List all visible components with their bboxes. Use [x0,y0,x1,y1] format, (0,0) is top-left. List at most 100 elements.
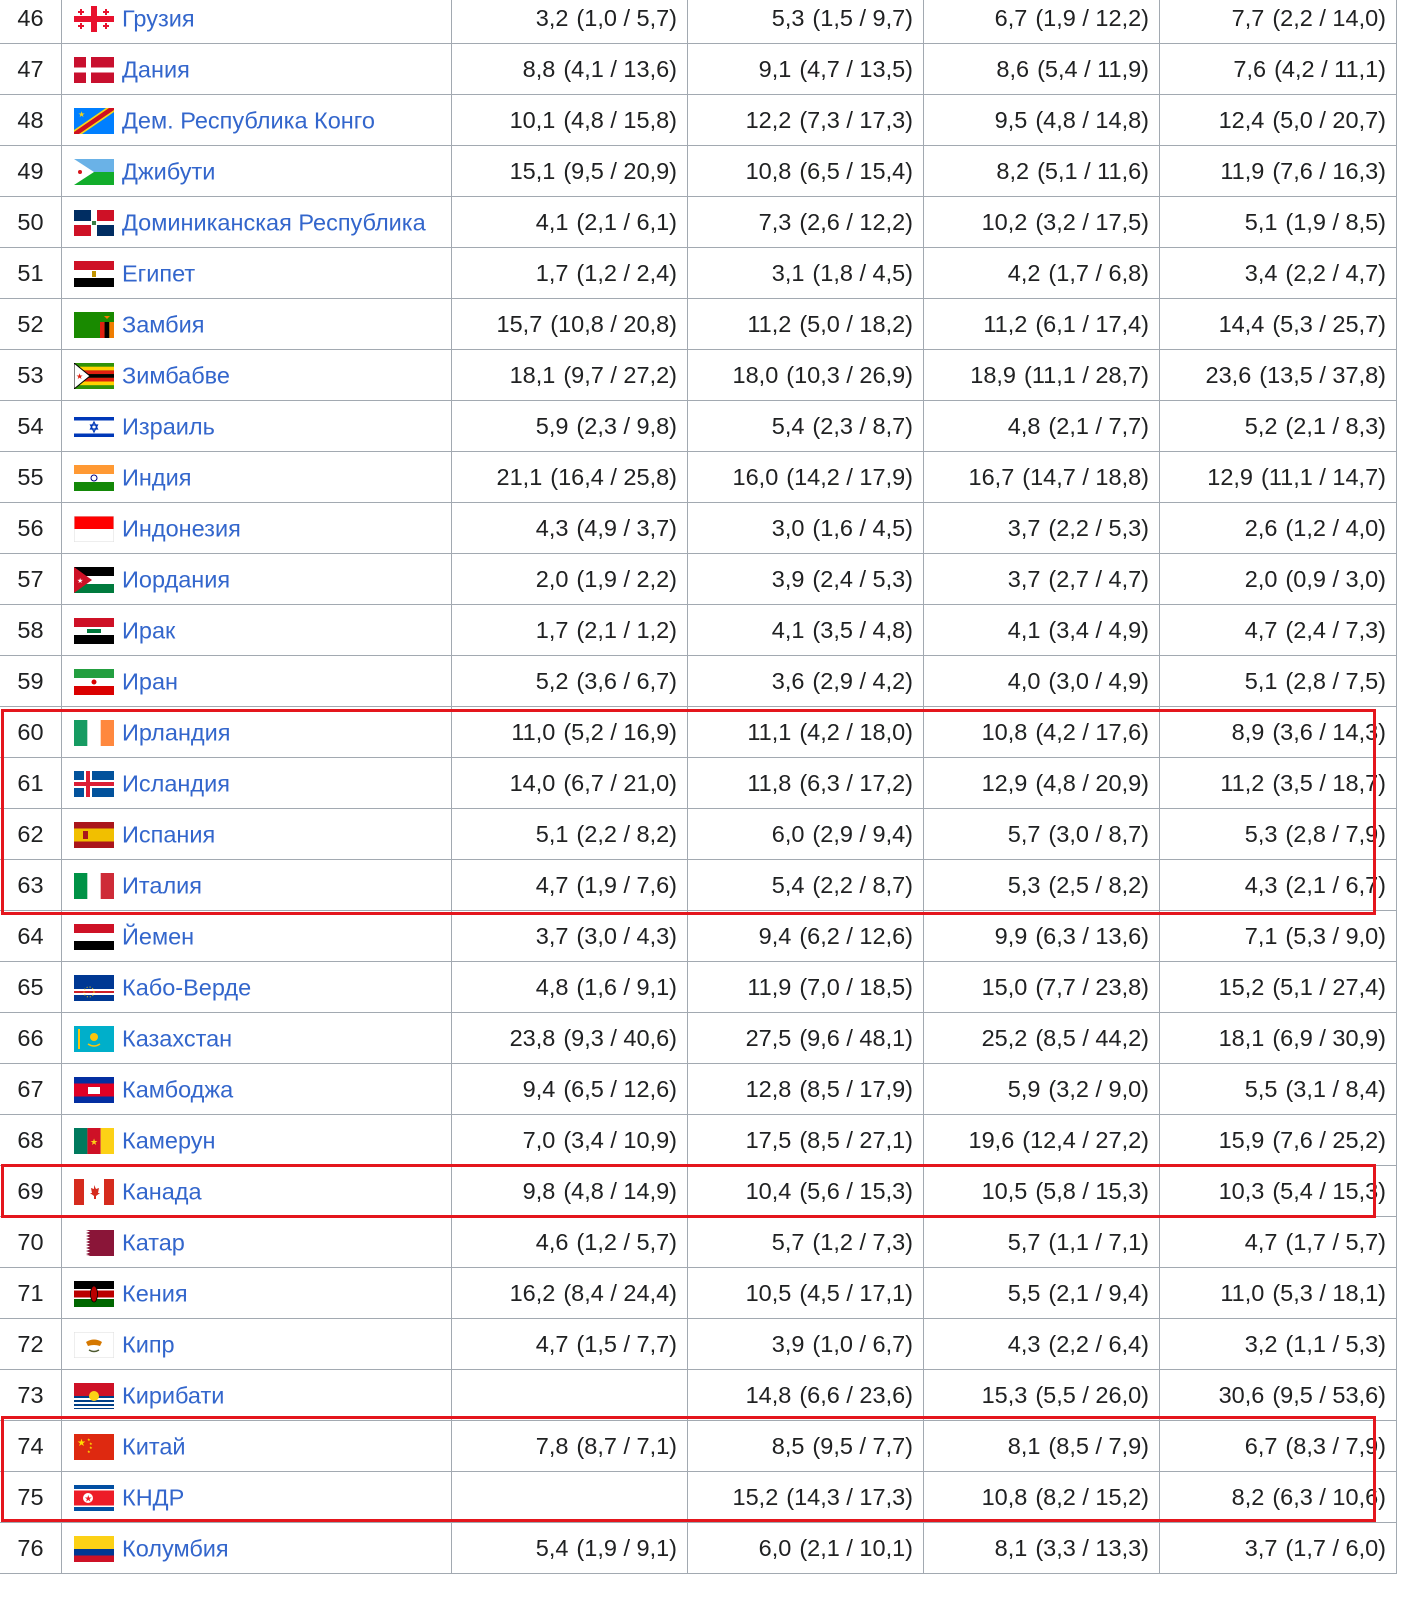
country-link[interactable]: Исландия [122,770,230,796]
value: 5,1 [1244,667,1278,694]
country-link[interactable]: Ирак [122,617,175,643]
statistics-table: 46 Грузия 3,2 (1,0 / 5,7) 5,3 (1,5 / 9,7) 6,7 (… [0,0,1397,1574]
confidence-interval: (3,1 / 8,4) [1285,1075,1386,1102]
confidence-interval: (4,2 / 18,0) [799,718,913,745]
value: 18,1 [509,361,556,388]
value-cell: 5,5 (2,1 / 9,4) [923,1267,1160,1319]
value-cell: 6,7 (8,3 / 7,9) [1159,1420,1397,1472]
country-link[interactable]: Иордания [122,566,230,592]
value-cell: 3,9 (1,0 / 6,7) [687,1318,924,1370]
value: 4,3 [1244,871,1278,898]
country-cell: Камбоджа [61,1063,452,1115]
value: 10,5 [981,1177,1028,1204]
value-cell: 7,3 (2,6 / 12,2) [687,196,924,248]
northkorea-flag-icon: ★ [74,1484,114,1511]
country-link[interactable]: Египет [122,260,195,286]
value: 4,1 [535,208,569,235]
row-number: 59 [0,655,62,707]
value: 3,7 [1244,1534,1278,1561]
country-link[interactable]: Грузия [122,5,195,31]
country-link[interactable]: Канада [122,1178,202,1204]
value-cell: 18,1 (9,7 / 27,2) [451,349,688,401]
row-number: 75 [0,1471,62,1523]
value-cell: 3,9 (2,4 / 5,3) [687,553,924,605]
confidence-interval: (6,2 / 12,6) [799,922,913,949]
confidence-interval: (2,9 / 4,2) [812,667,913,694]
country-link[interactable]: Йемен [122,923,194,949]
confidence-interval: (2,2 / 8,2) [576,820,677,847]
value-cell: 10,5 (4,5 / 17,1) [687,1267,924,1319]
cyprus-flag-icon [74,1331,114,1358]
country-cell: Испания [61,808,452,860]
country-link[interactable]: Замбия [122,311,204,337]
country-link[interactable]: Индонезия [122,515,241,541]
country-link[interactable]: Кирибати [122,1382,224,1408]
country-link[interactable]: Зимбабве [122,362,230,388]
value: 5,2 [535,667,569,694]
country-cell: Индия [61,451,452,503]
value-cell: 10,8 (4,2 / 17,6) [923,706,1160,758]
row-number: 69 [0,1165,62,1217]
country-link[interactable]: Ирландия [122,719,230,745]
confidence-interval: (5,3 / 25,7) [1272,310,1386,337]
country-link[interactable]: Кабо-Верде [122,974,251,1000]
confidence-interval: (4,5 / 17,1) [799,1279,913,1306]
value-cell: 8,1 (8,5 / 7,9) [923,1420,1160,1472]
value-cell: 2,0 (0,9 / 3,0) [1159,553,1397,605]
confidence-interval: (1,7 / 6,0) [1285,1534,1386,1561]
svg-text:★: ★ [77,577,83,585]
confidence-interval: (4,7 / 13,5) [799,55,913,82]
value: 5,4 [771,871,805,898]
value-cell: 11,2 (6,1 / 17,4) [923,298,1160,350]
country-cell: Доминиканская Республика [61,196,452,248]
country-link[interactable]: Кения [122,1280,188,1306]
country-link[interactable]: Китай [122,1433,186,1459]
value-cell: 10,8 (8,2 / 15,2) [923,1471,1160,1523]
value: 5,9 [1007,1075,1041,1102]
value-cell: 3,7 (2,7 / 4,7) [923,553,1160,605]
country-link[interactable]: КНДР [122,1484,184,1510]
value: 11,9 [747,973,792,1000]
value: 5,3 [1007,871,1041,898]
country-cell: Йемен [61,910,452,962]
confidence-interval: (3,0 / 4,3) [576,922,677,949]
confidence-interval: (2,4 / 7,3) [1285,616,1386,643]
value-cell: 27,5 (9,6 / 48,1) [687,1012,924,1064]
confidence-interval: (2,1 / 7,7) [1048,412,1149,439]
country-link[interactable]: Кипр [122,1331,175,1357]
country-link[interactable]: Доминиканская Республика [122,209,426,235]
value: 7,1 [1244,922,1278,949]
confidence-interval: (6,1 / 17,4) [1035,310,1149,337]
country-link[interactable]: Колумбия [122,1535,229,1561]
country-link[interactable]: Камерун [122,1127,216,1153]
confidence-interval: (2,1 / 10,1) [799,1534,913,1561]
value: 5,3 [1244,820,1278,847]
row-number: 50 [0,196,62,248]
confidence-interval: (5,8 / 15,3) [1035,1177,1149,1204]
table-row: 64 Йемен 3,7 (3,0 / 4,3) 9,4 (6,2 / 12,6) 9,9 (… [0,910,1397,962]
country-link[interactable]: Иран [122,668,178,694]
table-row: 62 Испания 5,1 (2,2 / 8,2) 6,0 (2,9 / 9,4) 5,7… [0,808,1397,860]
table-row: 74 ★ ★ ★ ★ ★ Китай 7,8 (8,7 / 7,1) 8,5 (9,5 / 7,7)… [0,1420,1397,1472]
country-link[interactable]: Израиль [122,413,215,439]
confidence-interval: (1,2 / 7,3) [812,1228,913,1255]
country-link[interactable]: Италия [122,872,202,898]
country-link[interactable]: Индия [122,464,191,490]
kenya-flag-icon [74,1280,114,1307]
value: 4,3 [535,514,569,541]
country-link[interactable]: Дем. Республика Конго [122,107,375,133]
country-cell: ★ Иордания [61,553,452,605]
country-link[interactable]: Испания [122,821,215,847]
value-cell: 5,1 (2,2 / 8,2) [451,808,688,860]
value: 16,0 [732,463,779,490]
confidence-interval: (1,9 / 7,6) [576,871,677,898]
country-link[interactable]: Джибути [122,158,215,184]
value-cell: 12,4 (5,0 / 20,7) [1159,94,1397,146]
country-link[interactable]: Дания [122,56,190,82]
dominican-flag-icon [74,209,114,236]
country-link[interactable]: Казахстан [122,1025,232,1051]
country-link[interactable]: Катар [122,1229,185,1255]
value-cell: 19,6 (12,4 / 27,2) [923,1114,1160,1166]
value-cell: 3,4 (2,2 / 4,7) [1159,247,1397,299]
country-link[interactable]: Камбоджа [122,1076,233,1102]
